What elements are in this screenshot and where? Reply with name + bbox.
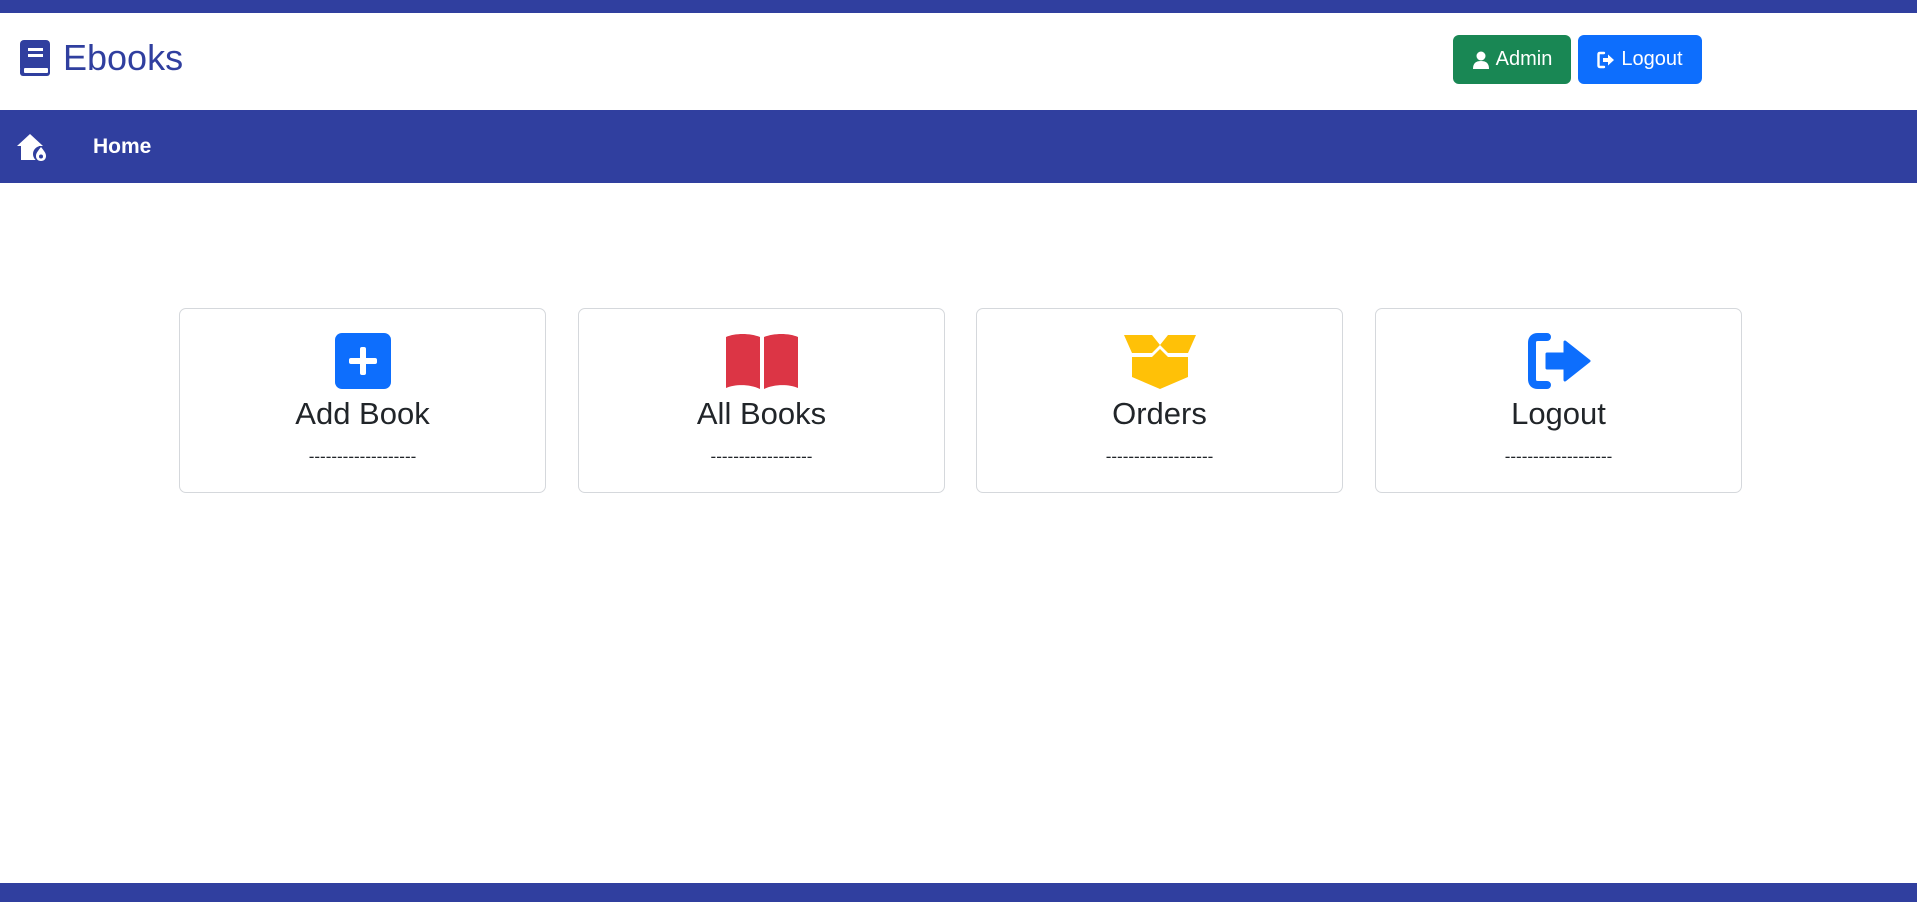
card-separator: -------------------	[308, 447, 417, 466]
card-title: Orders	[1112, 396, 1207, 431]
admin-button[interactable]: Admin	[1453, 35, 1571, 84]
brand-name: Ebooks	[63, 37, 184, 78]
card-separator: -------------------	[1504, 447, 1613, 466]
card-separator: -------------------	[1105, 447, 1214, 466]
admin-button-label: Admin	[1495, 48, 1553, 70]
orders-card[interactable]: Orders -------------------	[976, 308, 1343, 493]
home-icon[interactable]	[15, 131, 49, 163]
book-open-icon	[724, 332, 800, 390]
logout-button-label: Logout	[1621, 48, 1683, 70]
top-accent-strip	[0, 0, 1917, 13]
header: Ebooks Admin Logout	[0, 13, 1917, 110]
plus-square-icon	[325, 332, 401, 390]
book-icon	[19, 39, 51, 77]
sign-out-icon	[1597, 51, 1615, 68]
logout-card[interactable]: Logout -------------------	[1375, 308, 1742, 493]
card-title: Add Book	[295, 396, 430, 431]
sign-out-icon	[1521, 332, 1597, 390]
navbar: Home	[0, 110, 1917, 183]
card-title: Logout	[1511, 396, 1606, 431]
add-book-card[interactable]: Add Book -------------------	[179, 308, 546, 493]
nav-home-link[interactable]: Home	[93, 134, 151, 160]
logout-button[interactable]: Logout	[1578, 35, 1702, 84]
user-icon	[1472, 51, 1489, 69]
all-books-card[interactable]: All Books ------------------	[578, 308, 945, 493]
box-open-icon	[1122, 332, 1198, 390]
card-title: All Books	[696, 396, 827, 431]
card-separator: ------------------	[710, 447, 813, 466]
brand-link[interactable]: Ebooks	[19, 38, 183, 78]
footer-strip	[0, 883, 1917, 902]
